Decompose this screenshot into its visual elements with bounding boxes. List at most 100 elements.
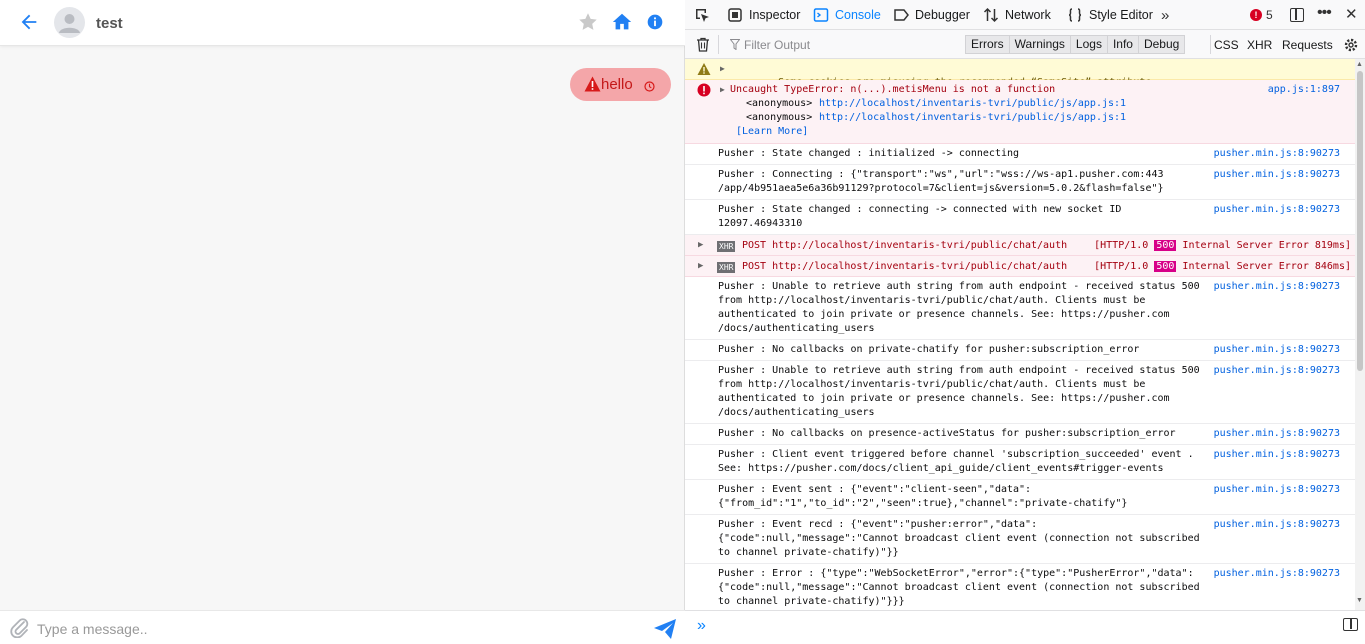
console-log-row[interactable]: Pusher : Error : {"type":"WebSocketError…: [685, 564, 1355, 610]
sidebar-toggle-icon[interactable]: [1343, 618, 1358, 631]
console-log-row[interactable]: Pusher : No callbacks on presence-active…: [685, 424, 1355, 445]
network-error-row[interactable]: ▶ XHR POST http://localhost/inventaris-t…: [685, 235, 1355, 256]
log-source-link[interactable]: pusher.min.js:8:90273: [1214, 483, 1340, 497]
console-filter-bar: Errors Warnings Logs Info Debug CSS XHR …: [685, 30, 1365, 59]
contact-name[interactable]: test: [96, 15, 123, 32]
log-source-link[interactable]: pusher.min.js:8:90273: [1214, 280, 1340, 294]
paperclip-icon[interactable]: [9, 616, 29, 638]
error-count-badge[interactable]: ! 5: [1250, 8, 1273, 22]
tab-inspector-label: Inspector: [749, 8, 801, 22]
tab-style-editor[interactable]: Style Editor: [1067, 0, 1153, 30]
divider: [1210, 35, 1211, 54]
chat-pane: test hello: [0, 0, 685, 644]
tab-debugger[interactable]: Debugger: [893, 0, 970, 30]
level-warnings-button[interactable]: Warnings: [1008, 35, 1070, 54]
stack-frame-url[interactable]: http://localhost/inventaris-tvri/public/…: [819, 97, 1126, 111]
expand-toggle-icon[interactable]: ▶: [698, 240, 703, 250]
info-icon[interactable]: [644, 11, 666, 33]
xhr-tag: XHR: [717, 241, 736, 252]
console-log-row[interactable]: Pusher : Event recd : {"event":"pusher:e…: [685, 515, 1355, 564]
close-icon[interactable]: ✕: [1345, 5, 1358, 23]
console-log-row[interactable]: Pusher : Event sent : {"event":"client-s…: [685, 480, 1355, 515]
css-filter-button[interactable]: CSS: [1214, 38, 1239, 52]
network-error-row[interactable]: ▶ XHR POST http://localhost/inventaris-t…: [685, 256, 1355, 277]
log-source-link[interactable]: pusher.min.js:8:90273: [1214, 343, 1340, 357]
log-source-link[interactable]: pusher.min.js:8:90273: [1214, 364, 1340, 378]
level-info-button[interactable]: Info: [1106, 35, 1138, 54]
debugger-icon: [894, 9, 909, 21]
settings-icon[interactable]: [1342, 36, 1360, 54]
error-source-link[interactable]: app.js:1:897: [1268, 83, 1340, 97]
log-message: Pusher : Event sent : {"event":"client-s…: [718, 484, 1128, 509]
log-source-link[interactable]: pusher.min.js:8:90273: [1214, 203, 1340, 217]
log-source-link[interactable]: pusher.min.js:8:90273: [1214, 448, 1340, 462]
warning-icon: [584, 76, 601, 92]
console-log-row[interactable]: Pusher : No callbacks on private-chatify…: [685, 340, 1355, 361]
scroll-up-icon[interactable]: ▲: [1356, 61, 1363, 68]
console-log-row[interactable]: Pusher : State changed : connecting -> c…: [685, 200, 1355, 235]
star-icon[interactable]: [577, 11, 599, 33]
log-message: Pusher : Unable to retrieve auth string …: [718, 365, 1200, 418]
message-bubble[interactable]: hello: [570, 68, 671, 101]
scrollbar-thumb[interactable]: [1357, 71, 1363, 371]
level-errors-button[interactable]: Errors: [965, 35, 1009, 54]
level-debug-button[interactable]: Debug: [1137, 35, 1186, 54]
style-editor-icon: [1068, 8, 1082, 22]
level-logs-button[interactable]: Logs: [1069, 35, 1107, 54]
log-source-link[interactable]: pusher.min.js:8:90273: [1214, 567, 1340, 581]
xhr-request[interactable]: POST http://localhost/inventaris-tvri/pu…: [742, 260, 1067, 274]
dock-side-icon[interactable]: [1290, 8, 1304, 22]
tab-console[interactable]: Console: [813, 0, 881, 30]
console-log-row[interactable]: Pusher : Connecting : {"transport":"ws",…: [685, 165, 1355, 200]
tab-inspector[interactable]: Inspector: [727, 0, 800, 30]
filter-output-input[interactable]: [744, 36, 954, 53]
inspector-icon: [728, 8, 742, 22]
log-message: Pusher : No callbacks on presence-active…: [718, 428, 1176, 439]
console-log-row[interactable]: Pusher : Client event triggered before c…: [685, 445, 1355, 480]
tab-debugger-label: Debugger: [915, 8, 970, 22]
log-message: Pusher : Connecting : {"transport":"ws",…: [718, 169, 1164, 194]
devtools-toolbar: Inspector Console Debugger Network Style…: [685, 0, 1365, 30]
send-icon[interactable]: [653, 617, 677, 641]
log-level-buttons: Errors Warnings Logs Info Debug: [965, 35, 1186, 54]
stack-frame-fn: <anonymous>: [746, 112, 813, 123]
message-input[interactable]: [37, 619, 637, 639]
console-log-row[interactable]: Pusher : Unable to retrieve auth string …: [685, 361, 1355, 424]
log-source-link[interactable]: pusher.min.js:8:90273: [1214, 168, 1340, 182]
message-composer: [0, 610, 685, 644]
log-source-link[interactable]: pusher.min.js:8:90273: [1214, 427, 1340, 441]
tab-network[interactable]: Network: [983, 0, 1051, 30]
expand-toggle-icon[interactable]: ▶: [720, 83, 725, 97]
learn-more-link[interactable]: [Learn More]: [736, 125, 808, 139]
console-log-row[interactable]: Pusher : State changed : initialized -> …: [685, 144, 1355, 165]
back-arrow-icon[interactable]: [18, 11, 40, 33]
trash-icon[interactable]: [696, 37, 710, 52]
xhr-status: [HTTP/1.0 500 Internal Server Error 819m…: [1094, 239, 1351, 253]
log-source-link[interactable]: pusher.min.js:8:90273: [1214, 518, 1340, 532]
xhr-tag: XHR: [717, 262, 736, 273]
avatar[interactable]: [54, 7, 85, 38]
error-icon: [697, 83, 711, 97]
more-tabs-chevron-icon[interactable]: »: [1161, 7, 1169, 24]
xhr-filter-button[interactable]: XHR: [1247, 38, 1272, 52]
picker-icon[interactable]: [694, 7, 710, 23]
expand-toggle-icon[interactable]: ▶: [698, 261, 703, 271]
console-scrollbar[interactable]: ▲ ▼: [1355, 59, 1365, 610]
console-warning-row[interactable]: ▶ Some cookies are misusing the recommen…: [685, 59, 1355, 103]
log-message: Pusher : Event recd : {"event":"pusher:e…: [718, 519, 1200, 558]
log-source-link[interactable]: pusher.min.js:8:90273: [1214, 147, 1340, 161]
scroll-down-icon[interactable]: ▼: [1356, 597, 1363, 604]
expand-toggle-icon[interactable]: ▶: [720, 62, 725, 76]
stack-frame-url[interactable]: http://localhost/inventaris-tvri/public/…: [819, 111, 1126, 125]
console-error-row[interactable]: ▶ Uncaught TypeError: n(...).metisMenu i…: [685, 80, 1355, 144]
requests-filter-button[interactable]: Requests: [1282, 38, 1333, 52]
more-options-icon[interactable]: •••: [1317, 4, 1332, 22]
console-output: ▶ Some cookies are misusing the recommen…: [685, 59, 1355, 610]
xhr-request[interactable]: POST http://localhost/inventaris-tvri/pu…: [742, 239, 1067, 253]
console-input-bar[interactable]: »: [685, 610, 1365, 644]
console-log-row[interactable]: Pusher : Unable to retrieve auth string …: [685, 277, 1355, 340]
log-message: Pusher : State changed : connecting -> c…: [718, 204, 1122, 229]
home-icon[interactable]: [611, 11, 633, 33]
network-icon: [983, 7, 999, 23]
error-count: 5: [1266, 8, 1273, 22]
